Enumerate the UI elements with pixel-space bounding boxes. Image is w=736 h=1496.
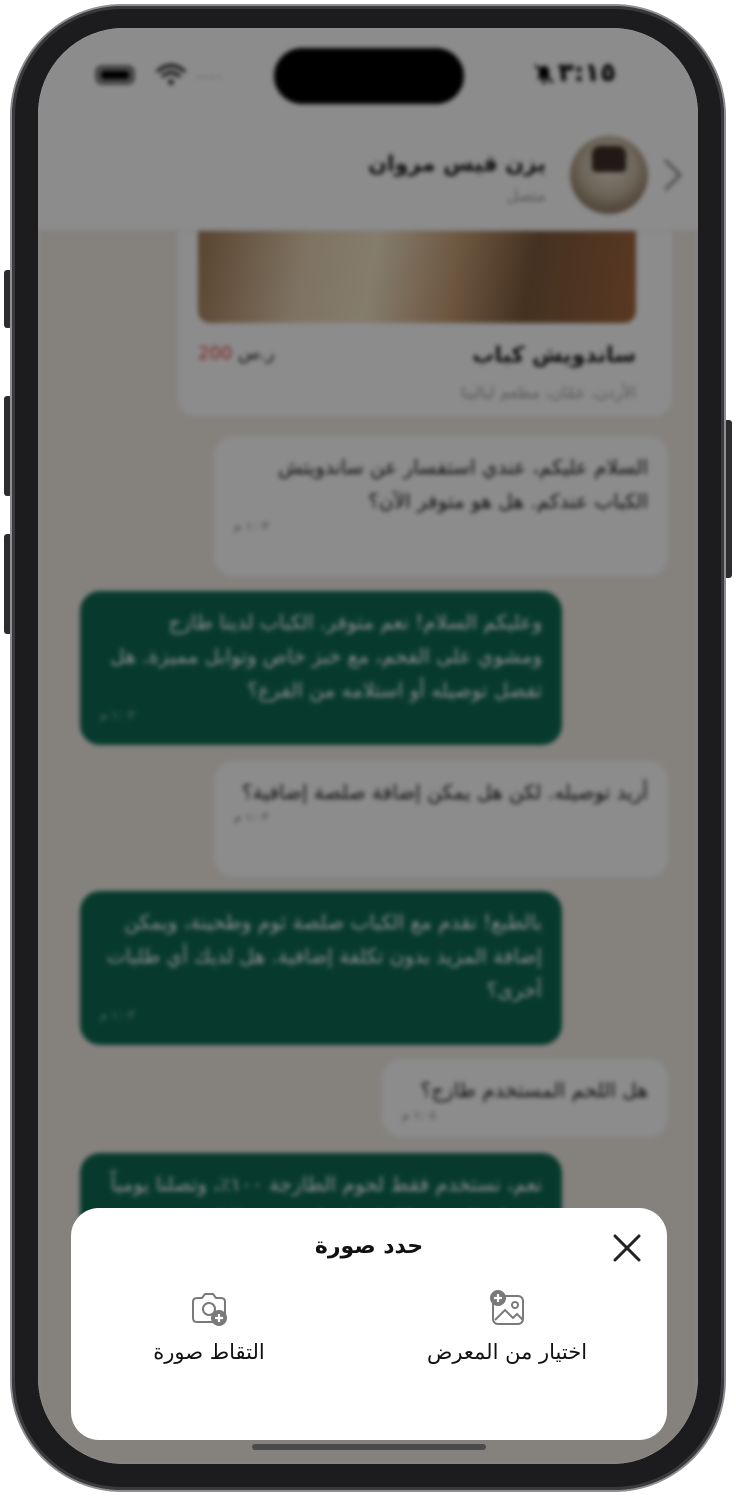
power-button <box>724 420 732 578</box>
camera-option-label: التقاط صورة <box>153 1340 265 1364</box>
close-icon[interactable] <box>609 1230 645 1266</box>
take-photo-button[interactable]: التقاط صورة <box>99 1288 319 1398</box>
action-button <box>4 270 12 328</box>
gallery-add-icon <box>490 1290 524 1325</box>
select-image-sheet: حدد صورة اختيار من المعرض التقاط صورة <box>71 1208 667 1440</box>
screen: .... ٣:١٥ يزن قيس مروان متصل ساندويش كبا… <box>38 28 698 1464</box>
choose-from-gallery-button[interactable]: اختيار من المعرض <box>397 1288 617 1398</box>
home-indicator <box>252 1444 486 1450</box>
volume-up-button <box>4 396 12 496</box>
gallery-option-label: اختيار من المعرض <box>426 1340 588 1364</box>
sheet-title: حدد صورة <box>314 1234 424 1259</box>
volume-down-button <box>4 534 12 634</box>
camera-add-icon <box>192 1293 227 1326</box>
